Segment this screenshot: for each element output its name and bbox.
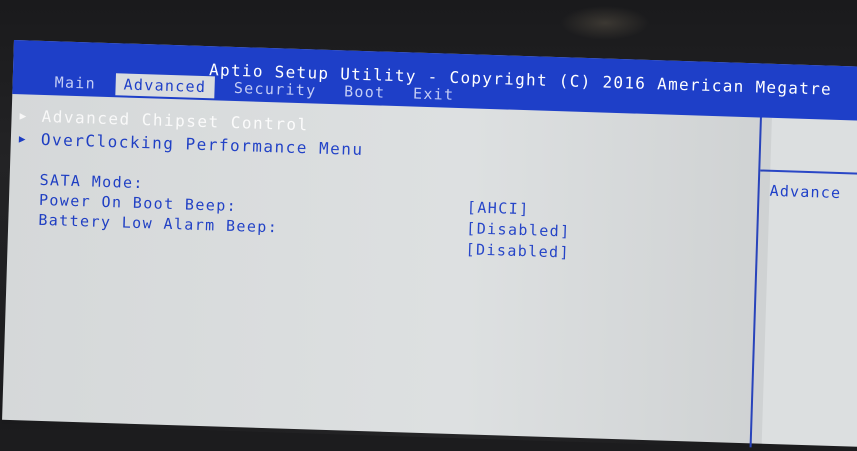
tab-boot[interactable]: Boot [336,80,394,104]
tab-main[interactable]: Main [46,71,104,95]
setting-value-sata-mode[interactable]: [AHCI] [467,198,530,218]
tab-advanced[interactable]: Advanced [115,73,215,99]
tab-security[interactable]: Security [226,77,325,102]
submenu-arrow-icon: ▶ [19,109,28,123]
menu-item-overclocking-performance[interactable]: ▶ OverClocking Performance Menu [19,129,364,159]
help-divider [760,169,857,175]
setting-label-battery-low-alarm-beep: Battery Low Alarm Beep: [38,210,279,237]
setting-label-sata-mode: SATA Mode: [39,170,145,193]
help-panel: Advance [752,118,857,451]
tab-exit[interactable]: Exit [405,82,463,106]
help-title: Advance [769,181,842,203]
submenu-arrow-icon: ▶ [18,132,28,146]
menu-item-label: OverClocking Performance Menu [40,129,364,160]
bios-screen: Aptio Setup Utility - Copyright (C) 2016… [1,40,857,448]
settings-panel: ▶ Advanced Chipset Control ▶ OverClocking … [1,93,762,448]
setting-value-power-on-boot-beep[interactable]: [Disabled] [466,219,571,240]
setting-value-battery-low-alarm-beep[interactable]: [Disabled] [465,240,570,261]
bezel-glare [560,6,650,40]
